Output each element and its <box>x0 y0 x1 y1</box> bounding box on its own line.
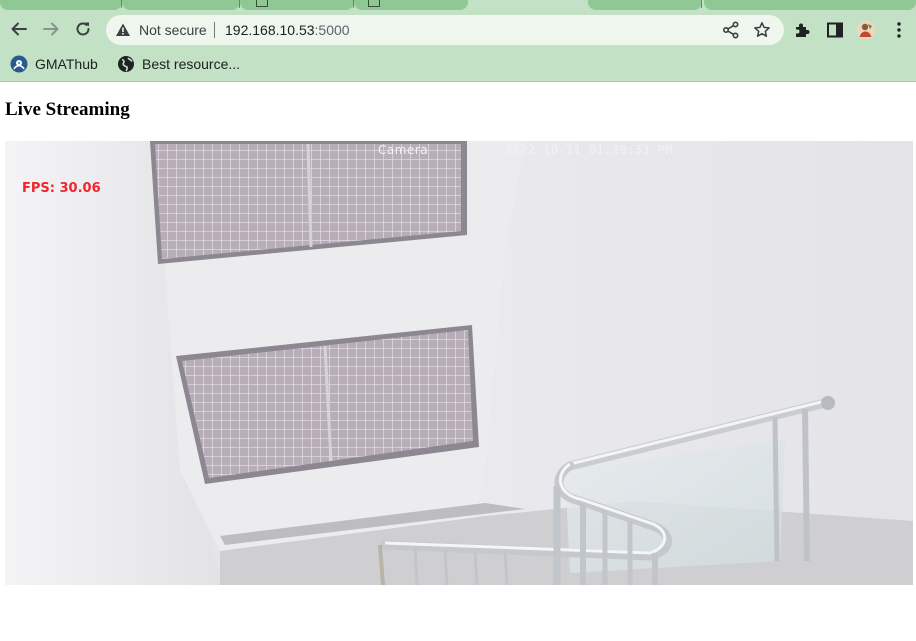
more-vert-icon <box>897 22 901 38</box>
tab-strip <box>0 0 916 11</box>
side-panel-button[interactable] <box>825 20 845 40</box>
menu-button[interactable] <box>889 20 909 40</box>
address-divider <box>214 22 215 38</box>
back-button[interactable] <box>5 15 33 43</box>
browser-tab[interactable] <box>0 0 122 10</box>
share-icon[interactable] <box>722 21 740 39</box>
reload-button[interactable] <box>69 15 97 43</box>
security-status-label[interactable]: Not secure <box>139 22 207 38</box>
browser-tab-active[interactable] <box>470 0 588 10</box>
bookmark-best-resource[interactable]: Best resource... <box>117 54 240 74</box>
puzzle-icon <box>796 23 810 37</box>
bookmarks-bar: GMAThub Best resource... <box>0 48 916 82</box>
gmathub-icon <box>10 55 28 73</box>
browser-tab[interactable] <box>122 0 240 10</box>
browser-toolbar: Not secure 192.168.10.53:5000 <box>0 11 916 48</box>
fps-counter: FPS: 30.06 <box>22 181 101 196</box>
browser-tab[interactable] <box>240 0 354 10</box>
globe-icon <box>118 56 134 72</box>
browser-tab[interactable] <box>704 0 916 10</box>
camera-label-overlay: Camera <box>378 143 429 157</box>
timestamp-overlay: 2022-10-11 01:39:33 PM <box>505 143 673 157</box>
browser-tab[interactable] <box>354 0 468 10</box>
url-text[interactable]: 192.168.10.53:5000 <box>225 22 350 38</box>
side-panel-icon <box>827 22 843 38</box>
avatar-icon <box>856 20 876 40</box>
address-bar[interactable]: Not secure 192.168.10.53:5000 <box>106 15 784 45</box>
live-stream-video: Camera 2022-10-11 01:39:33 PM FPS: 30.06 <box>5 141 913 585</box>
bookmark-star-icon[interactable] <box>753 21 771 39</box>
url-host: 192.168.10.53 <box>225 22 315 38</box>
camera-frame-image <box>5 141 913 585</box>
extensions-button[interactable] <box>792 20 812 40</box>
forward-arrow-icon <box>43 22 59 36</box>
forward-button[interactable] <box>37 15 65 43</box>
bookmark-label: Best resource... <box>142 56 241 72</box>
page-title: Live Streaming <box>5 99 130 120</box>
profile-avatar[interactable] <box>856 20 876 40</box>
bookmark-label: GMAThub <box>35 56 98 72</box>
reload-icon <box>76 22 90 36</box>
browser-tab[interactable] <box>588 0 702 10</box>
back-arrow-icon <box>11 22 27 36</box>
warning-icon[interactable] <box>115 22 131 38</box>
url-port: :5000 <box>314 22 350 38</box>
bookmark-gmathub[interactable]: GMAThub <box>10 54 98 74</box>
